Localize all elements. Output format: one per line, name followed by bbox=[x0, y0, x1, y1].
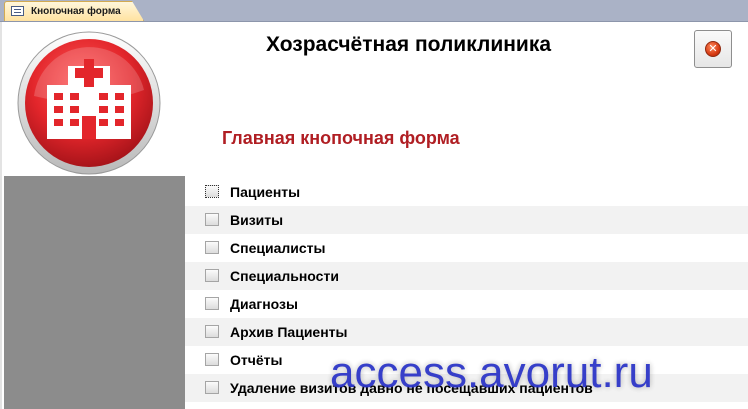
document-tab-bar: Кнопочная форма bbox=[0, 0, 748, 22]
menu-button[interactable] bbox=[205, 269, 219, 282]
menu-item-patients-archive[interactable]: Архив Пациенты bbox=[185, 318, 748, 346]
tab-main-switchboard[interactable]: Кнопочная форма bbox=[4, 1, 144, 21]
menu-item-label: Отчёты bbox=[230, 352, 283, 368]
close-icon: ✕ bbox=[705, 41, 721, 57]
menu-button[interactable] bbox=[205, 241, 219, 254]
menu-item-label: Визиты bbox=[230, 212, 284, 228]
page-title: Хозрасчётная поликлиника bbox=[266, 33, 552, 56]
menu-button[interactable] bbox=[205, 325, 219, 338]
menu-item-label: Специалисты bbox=[230, 240, 326, 256]
menu-button[interactable] bbox=[205, 185, 219, 198]
menu-item-label: Пациенты bbox=[230, 184, 301, 200]
menu-item-patients[interactable]: Пациенты bbox=[185, 178, 748, 206]
left-decor-panel bbox=[4, 176, 185, 409]
menu-item-label: Специальности bbox=[230, 268, 339, 284]
menu-item-specialties[interactable]: Специальности bbox=[185, 262, 748, 290]
menu-button[interactable] bbox=[205, 381, 219, 394]
menu-button[interactable] bbox=[205, 297, 219, 310]
close-button[interactable]: ✕ bbox=[694, 30, 732, 68]
menu-button[interactable] bbox=[205, 353, 219, 366]
menu-item-label: Архив Пациенты bbox=[230, 324, 348, 340]
watermark: access.avorut.ru bbox=[330, 348, 653, 397]
page-subtitle: Главная кнопочная форма bbox=[222, 128, 460, 148]
menu-item-label: Диагнозы bbox=[230, 296, 298, 312]
hospital-icon bbox=[17, 31, 161, 175]
menu-button[interactable] bbox=[205, 213, 219, 226]
menu-item-diagnoses[interactable]: Диагнозы bbox=[185, 290, 748, 318]
form-icon bbox=[11, 6, 24, 16]
tab-label: Кнопочная форма bbox=[31, 6, 121, 17]
menu-item-specialists[interactable]: Специалисты bbox=[185, 234, 748, 262]
menu-item-visits[interactable]: Визиты bbox=[185, 206, 748, 234]
